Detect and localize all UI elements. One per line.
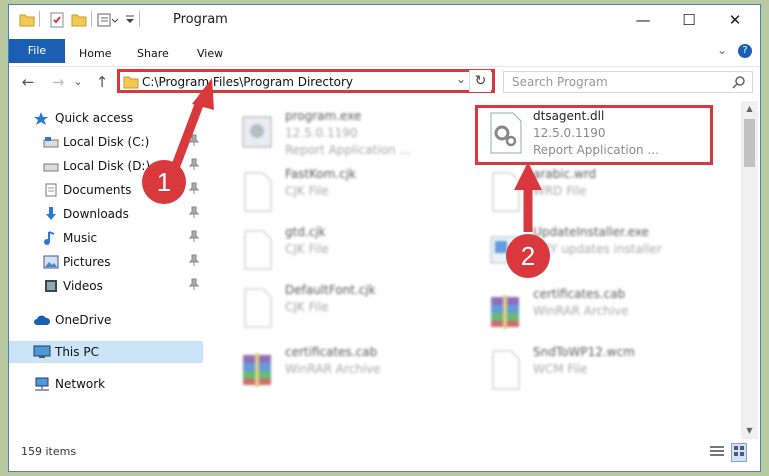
arrow-to-address-bar	[167, 78, 214, 178]
step-2-badge: 2	[506, 234, 550, 278]
arrow-to-dtsagent	[514, 162, 542, 232]
annotation-arrows	[167, 78, 542, 232]
step-1-badge: 1	[142, 160, 186, 204]
